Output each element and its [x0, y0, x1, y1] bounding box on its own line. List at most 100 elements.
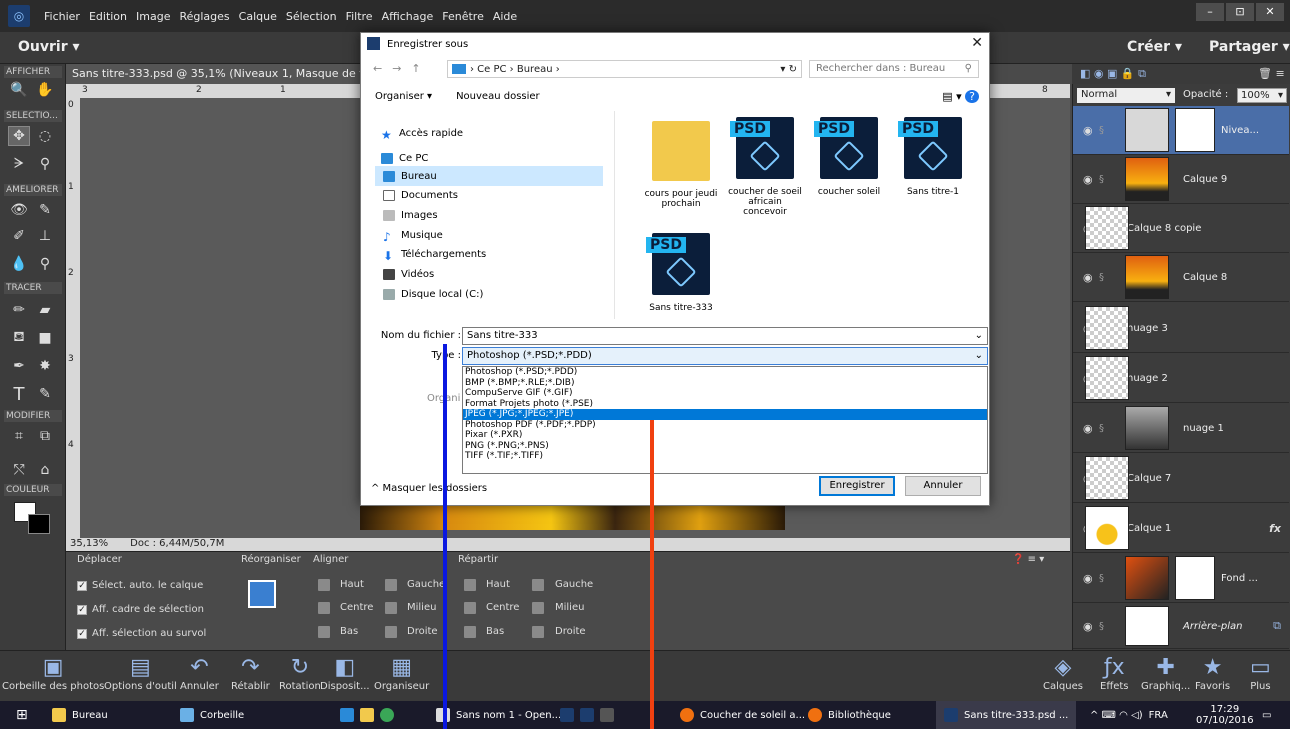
distribute-middle-icon[interactable]	[532, 602, 544, 614]
layer-row[interactable]: ◉ § Calque 8	[1073, 253, 1289, 302]
search-input[interactable]: Rechercher dans : Bureau ⚲	[809, 60, 979, 78]
blend-mode-select[interactable]: Normal ▾	[1077, 88, 1175, 103]
file-item[interactable]: PSD Sans titre-333	[641, 233, 721, 319]
nav-music[interactable]: ♪ Musique	[383, 225, 611, 245]
taskbar-item[interactable]: Corbeille	[180, 701, 244, 729]
eye-icon[interactable]: ◉	[1083, 572, 1099, 585]
align-left-label[interactable]: Gauche	[407, 579, 445, 590]
pencil-tool-icon[interactable]: ✎	[34, 384, 56, 404]
nav-images[interactable]: Images	[383, 205, 611, 225]
open-button[interactable]: Ouvrir ▾	[18, 39, 80, 55]
tool-options-button[interactable]: ▤ Options d'outil	[104, 653, 177, 693]
save-button[interactable]: Enregistrer	[819, 476, 895, 496]
layer-row[interactable]: ◉§ Calque 7	[1073, 454, 1289, 503]
start-icon[interactable]: ⊞	[16, 701, 28, 729]
chevron-down-icon[interactable]: ⌄	[975, 330, 983, 341]
layer-row-background[interactable]: ◉ § Arrière-plan ⧉	[1073, 604, 1289, 649]
auto-select-checkbox[interactable]: ✓ Sélect. auto. le calque	[77, 580, 203, 591]
align-center-label[interactable]: Centre	[340, 602, 373, 613]
layer-row[interactable]: ◉§ nuage 3	[1073, 304, 1289, 353]
background-color-swatch[interactable]	[28, 514, 50, 534]
layer-row[interactable]: ◉§ Calque 8 copie	[1073, 204, 1289, 253]
type-option[interactable]: Photoshop (*.PSD;*.PDD)	[463, 367, 987, 378]
type-option[interactable]: Photoshop PDF (*.PDF;*.PDP)	[463, 420, 987, 431]
eye-icon[interactable]: ◉	[1083, 620, 1099, 633]
fx-icon[interactable]: fx	[1269, 522, 1281, 535]
align-top-label[interactable]: Haut	[340, 579, 364, 590]
menu-reglages[interactable]: Réglages	[179, 10, 229, 23]
eyedropper-icon[interactable]: ✒	[8, 356, 30, 376]
nav-videos[interactable]: Vidéos	[383, 264, 611, 284]
recompose-tool-icon[interactable]: ⧉	[34, 426, 56, 446]
document-tab[interactable]: Sans titre-333.psd @ 35,1% (Niveaux 1, M…	[66, 64, 366, 84]
paint-bucket-icon[interactable]: ⛾	[8, 328, 30, 348]
spot-heal-icon[interactable]: ✎	[34, 200, 56, 220]
new-folder-button[interactable]: Nouveau dossier	[456, 91, 540, 102]
blur-drop-icon[interactable]: 💧	[8, 254, 30, 274]
nav-quick-access[interactable]: ★ Accès rapide	[381, 123, 609, 143]
close-button[interactable]: ✕	[1256, 3, 1284, 21]
type-option[interactable]: BMP (*.BMP;*.RLE;*.DIB)	[463, 378, 987, 389]
taskbar-item[interactable]: Bureau	[52, 701, 108, 729]
file-type-select[interactable]: Photoshop (*.PSD;*.PDD) ⌄	[462, 347, 988, 365]
link-icon[interactable]: §	[1099, 423, 1113, 434]
distribute-right-icon[interactable]	[532, 626, 544, 638]
nav-this-pc[interactable]: Ce PC	[381, 148, 609, 168]
distribute-center-label[interactable]: Centre	[486, 602, 519, 613]
show-bbox-checkbox[interactable]: ✓ Aff. cadre de sélection	[77, 604, 204, 615]
hand-tool-icon[interactable]: ✋	[34, 80, 56, 100]
arrange-icon[interactable]	[248, 580, 276, 608]
type-option[interactable]: Pixar (*.PXR)	[463, 430, 987, 441]
taskbar-item[interactable]: Bibliothèque	[808, 701, 891, 729]
redo-button[interactable]: ↷ Rétablir	[231, 653, 270, 693]
eye-icon[interactable]: ◉	[1083, 173, 1099, 186]
menu-fenetre[interactable]: Fenêtre	[442, 10, 484, 23]
file-item[interactable]: cours pour jeudi prochain	[641, 121, 721, 209]
notifications-icon[interactable]: ▭	[1262, 701, 1271, 729]
file-item[interactable]: PSD Sans titre-1	[893, 117, 973, 197]
file-item[interactable]: PSD coucher soleil	[809, 117, 889, 197]
menu-filtre[interactable]: Filtre	[346, 10, 373, 23]
content-move-icon[interactable]: ⌂	[34, 460, 56, 480]
create-button[interactable]: Créer ▾	[1127, 39, 1182, 55]
menu-edition[interactable]: Edition	[89, 10, 127, 23]
crop-tool-icon[interactable]: ⌗	[8, 426, 30, 446]
link-icon[interactable]: §	[1099, 573, 1113, 584]
more-button[interactable]: ▭ Plus	[1250, 653, 1271, 693]
hover-highlight-checkbox[interactable]: ✓ Aff. sélection au survol	[77, 628, 206, 639]
menu-image[interactable]: Image	[136, 10, 170, 23]
taskbar-pinned-icons[interactable]	[340, 701, 394, 729]
cancel-button[interactable]: Annuler	[905, 476, 981, 496]
nav-arrows-icon[interactable]: ←→↑	[373, 62, 431, 75]
layer-row[interactable]: ◉ § nuage 1	[1073, 404, 1289, 453]
dialog-close-icon[interactable]: ✕	[971, 35, 983, 51]
align-center-icon[interactable]	[318, 602, 330, 614]
type-option[interactable]: TIFF (*.TIF;*.TIFF)	[463, 451, 987, 462]
eye-icon[interactable]: ◉	[1083, 124, 1099, 137]
brush-tool-icon[interactable]: ✏	[8, 300, 30, 320]
system-tray[interactable]: ^ ⌨ ◠ ◁) FRA	[1090, 701, 1168, 729]
distribute-top-icon[interactable]	[464, 579, 476, 591]
link-icon[interactable]: §	[1099, 621, 1113, 632]
straighten-tool-icon[interactable]: ⤲	[8, 460, 30, 480]
type-option[interactable]: PNG (*.PNG;*.PNS)	[463, 441, 987, 452]
text-tool-icon[interactable]: T	[8, 384, 30, 405]
hide-folders-toggle[interactable]: ^ Masquer les dossiers	[371, 483, 487, 494]
new-layer-icon[interactable]: ◧ ◉ ▣ 🔒 ⧉	[1080, 67, 1146, 81]
align-bottom-label[interactable]: Bas	[340, 626, 358, 637]
trash-icon[interactable]: 🗑 ≡	[1258, 67, 1285, 80]
distribute-bottom-icon[interactable]	[464, 626, 476, 638]
align-middle-label[interactable]: Milieu	[407, 602, 436, 613]
undo-button[interactable]: ↶ Annuler	[180, 653, 219, 693]
view-icon[interactable]: ▤ ▾ ?	[942, 89, 979, 103]
taskbar-item[interactable]: Sans nom 1 - Open...	[436, 701, 561, 729]
lasso-tool-icon[interactable]: ᗒ	[8, 154, 30, 174]
link-icon[interactable]: §	[1099, 174, 1113, 185]
type-option-jpeg[interactable]: JPEG (*.JPG;*.JPEG;*.JPE)	[463, 409, 987, 420]
address-bar[interactable]: › Ce PC › Bureau › ▾ ↻	[447, 60, 802, 78]
favorites-button[interactable]: ★ Favoris	[1195, 653, 1230, 693]
sponge-icon[interactable]: ⚲	[34, 254, 56, 274]
link-icon[interactable]: §	[1099, 125, 1113, 136]
opacity-input[interactable]: 100% ▾	[1237, 88, 1287, 103]
organize-button[interactable]: Organiser ▾	[375, 91, 432, 102]
